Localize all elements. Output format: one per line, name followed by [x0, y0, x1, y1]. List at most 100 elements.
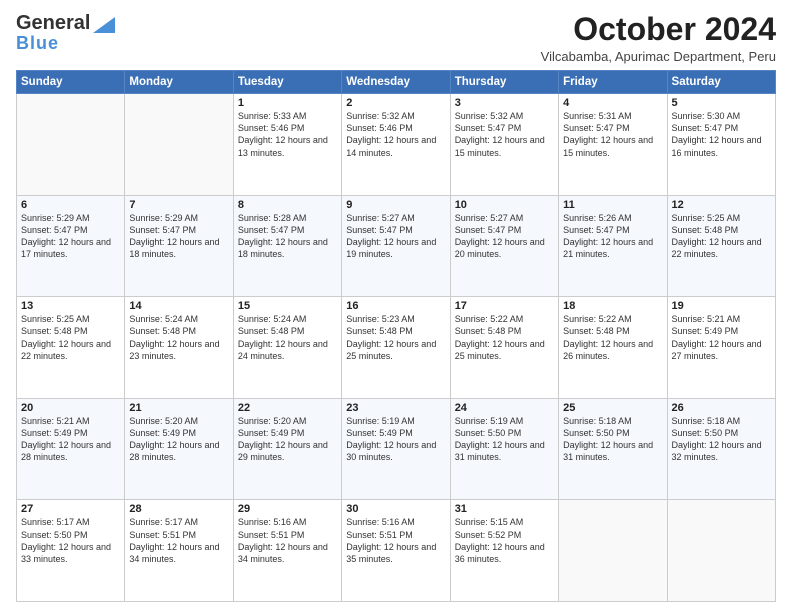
cell-info: Sunrise: 5:18 AMSunset: 5:50 PMDaylight:… [672, 415, 771, 464]
day-number: 2 [346, 97, 445, 109]
calendar-cell [125, 94, 233, 196]
calendar-cell: 14Sunrise: 5:24 AMSunset: 5:48 PMDayligh… [125, 297, 233, 399]
day-number: 20 [21, 402, 120, 414]
cell-info: Sunrise: 5:33 AMSunset: 5:46 PMDaylight:… [238, 110, 337, 159]
calendar-cell: 22Sunrise: 5:20 AMSunset: 5:49 PMDayligh… [233, 398, 341, 500]
cell-info: Sunrise: 5:32 AMSunset: 5:47 PMDaylight:… [455, 110, 554, 159]
day-number: 9 [346, 199, 445, 211]
calendar-cell: 28Sunrise: 5:17 AMSunset: 5:51 PMDayligh… [125, 500, 233, 602]
calendar-cell: 7Sunrise: 5:29 AMSunset: 5:47 PMDaylight… [125, 195, 233, 297]
calendar-cell: 20Sunrise: 5:21 AMSunset: 5:49 PMDayligh… [17, 398, 125, 500]
day-number: 13 [21, 300, 120, 312]
cell-info: Sunrise: 5:20 AMSunset: 5:49 PMDaylight:… [238, 415, 337, 464]
day-number: 30 [346, 503, 445, 515]
cell-info: Sunrise: 5:30 AMSunset: 5:47 PMDaylight:… [672, 110, 771, 159]
day-number: 16 [346, 300, 445, 312]
day-number: 25 [563, 402, 662, 414]
cell-info: Sunrise: 5:15 AMSunset: 5:52 PMDaylight:… [455, 516, 554, 565]
calendar-week-4: 20Sunrise: 5:21 AMSunset: 5:49 PMDayligh… [17, 398, 776, 500]
calendar-cell: 17Sunrise: 5:22 AMSunset: 5:48 PMDayligh… [450, 297, 558, 399]
day-header-friday: Friday [559, 71, 667, 94]
day-number: 31 [455, 503, 554, 515]
logo-icon [93, 17, 115, 33]
calendar-cell: 6Sunrise: 5:29 AMSunset: 5:47 PMDaylight… [17, 195, 125, 297]
calendar-cell: 4Sunrise: 5:31 AMSunset: 5:47 PMDaylight… [559, 94, 667, 196]
calendar-cell: 30Sunrise: 5:16 AMSunset: 5:51 PMDayligh… [342, 500, 450, 602]
calendar-week-5: 27Sunrise: 5:17 AMSunset: 5:50 PMDayligh… [17, 500, 776, 602]
calendar-cell: 13Sunrise: 5:25 AMSunset: 5:48 PMDayligh… [17, 297, 125, 399]
day-number: 15 [238, 300, 337, 312]
cell-info: Sunrise: 5:17 AMSunset: 5:51 PMDaylight:… [129, 516, 228, 565]
day-header-sunday: Sunday [17, 71, 125, 94]
cell-info: Sunrise: 5:16 AMSunset: 5:51 PMDaylight:… [346, 516, 445, 565]
day-number: 24 [455, 402, 554, 414]
page: General Blue October 2024 Vilcabamba, Ap… [0, 0, 792, 612]
cell-info: Sunrise: 5:25 AMSunset: 5:48 PMDaylight:… [672, 212, 771, 261]
cell-info: Sunrise: 5:22 AMSunset: 5:48 PMDaylight:… [455, 313, 554, 362]
day-header-tuesday: Tuesday [233, 71, 341, 94]
logo: General Blue [16, 12, 115, 54]
day-number: 19 [672, 300, 771, 312]
calendar-cell: 1Sunrise: 5:33 AMSunset: 5:46 PMDaylight… [233, 94, 341, 196]
calendar-cell: 26Sunrise: 5:18 AMSunset: 5:50 PMDayligh… [667, 398, 775, 500]
day-number: 23 [346, 402, 445, 414]
cell-info: Sunrise: 5:28 AMSunset: 5:47 PMDaylight:… [238, 212, 337, 261]
cell-info: Sunrise: 5:19 AMSunset: 5:49 PMDaylight:… [346, 415, 445, 464]
cell-info: Sunrise: 5:24 AMSunset: 5:48 PMDaylight:… [238, 313, 337, 362]
calendar-cell: 25Sunrise: 5:18 AMSunset: 5:50 PMDayligh… [559, 398, 667, 500]
calendar-week-1: 1Sunrise: 5:33 AMSunset: 5:46 PMDaylight… [17, 94, 776, 196]
day-header-monday: Monday [125, 71, 233, 94]
calendar-cell: 2Sunrise: 5:32 AMSunset: 5:46 PMDaylight… [342, 94, 450, 196]
cell-info: Sunrise: 5:21 AMSunset: 5:49 PMDaylight:… [672, 313, 771, 362]
cell-info: Sunrise: 5:23 AMSunset: 5:48 PMDaylight:… [346, 313, 445, 362]
calendar-cell [667, 500, 775, 602]
calendar-cell: 21Sunrise: 5:20 AMSunset: 5:49 PMDayligh… [125, 398, 233, 500]
calendar-cell: 15Sunrise: 5:24 AMSunset: 5:48 PMDayligh… [233, 297, 341, 399]
calendar-cell: 27Sunrise: 5:17 AMSunset: 5:50 PMDayligh… [17, 500, 125, 602]
day-number: 21 [129, 402, 228, 414]
calendar-cell: 19Sunrise: 5:21 AMSunset: 5:49 PMDayligh… [667, 297, 775, 399]
day-number: 26 [672, 402, 771, 414]
cell-info: Sunrise: 5:29 AMSunset: 5:47 PMDaylight:… [129, 212, 228, 261]
day-number: 22 [238, 402, 337, 414]
calendar-cell: 23Sunrise: 5:19 AMSunset: 5:49 PMDayligh… [342, 398, 450, 500]
calendar-cell: 31Sunrise: 5:15 AMSunset: 5:52 PMDayligh… [450, 500, 558, 602]
cell-info: Sunrise: 5:26 AMSunset: 5:47 PMDaylight:… [563, 212, 662, 261]
calendar-cell: 11Sunrise: 5:26 AMSunset: 5:47 PMDayligh… [559, 195, 667, 297]
day-header-thursday: Thursday [450, 71, 558, 94]
calendar-cell: 5Sunrise: 5:30 AMSunset: 5:47 PMDaylight… [667, 94, 775, 196]
cell-info: Sunrise: 5:27 AMSunset: 5:47 PMDaylight:… [346, 212, 445, 261]
day-number: 18 [563, 300, 662, 312]
day-number: 17 [455, 300, 554, 312]
cell-info: Sunrise: 5:29 AMSunset: 5:47 PMDaylight:… [21, 212, 120, 261]
logo-general: General [16, 12, 90, 35]
calendar-cell: 12Sunrise: 5:25 AMSunset: 5:48 PMDayligh… [667, 195, 775, 297]
logo-blue: Blue [16, 33, 59, 54]
cell-info: Sunrise: 5:16 AMSunset: 5:51 PMDaylight:… [238, 516, 337, 565]
calendar-cell: 29Sunrise: 5:16 AMSunset: 5:51 PMDayligh… [233, 500, 341, 602]
day-number: 11 [563, 199, 662, 211]
cell-info: Sunrise: 5:18 AMSunset: 5:50 PMDaylight:… [563, 415, 662, 464]
day-number: 28 [129, 503, 228, 515]
calendar-cell: 24Sunrise: 5:19 AMSunset: 5:50 PMDayligh… [450, 398, 558, 500]
day-number: 5 [672, 97, 771, 109]
day-number: 1 [238, 97, 337, 109]
day-number: 4 [563, 97, 662, 109]
calendar-cell [559, 500, 667, 602]
month-title: October 2024 [541, 12, 776, 47]
calendar-cell: 8Sunrise: 5:28 AMSunset: 5:47 PMDaylight… [233, 195, 341, 297]
calendar-cell: 16Sunrise: 5:23 AMSunset: 5:48 PMDayligh… [342, 297, 450, 399]
cell-info: Sunrise: 5:20 AMSunset: 5:49 PMDaylight:… [129, 415, 228, 464]
cell-info: Sunrise: 5:32 AMSunset: 5:46 PMDaylight:… [346, 110, 445, 159]
title-block: October 2024 Vilcabamba, Apurimac Depart… [541, 12, 776, 64]
cell-info: Sunrise: 5:21 AMSunset: 5:49 PMDaylight:… [21, 415, 120, 464]
day-header-wednesday: Wednesday [342, 71, 450, 94]
day-header-saturday: Saturday [667, 71, 775, 94]
cell-info: Sunrise: 5:19 AMSunset: 5:50 PMDaylight:… [455, 415, 554, 464]
day-number: 10 [455, 199, 554, 211]
subtitle: Vilcabamba, Apurimac Department, Peru [541, 49, 776, 64]
calendar-cell: 18Sunrise: 5:22 AMSunset: 5:48 PMDayligh… [559, 297, 667, 399]
day-number: 27 [21, 503, 120, 515]
cell-info: Sunrise: 5:24 AMSunset: 5:48 PMDaylight:… [129, 313, 228, 362]
day-number: 8 [238, 199, 337, 211]
